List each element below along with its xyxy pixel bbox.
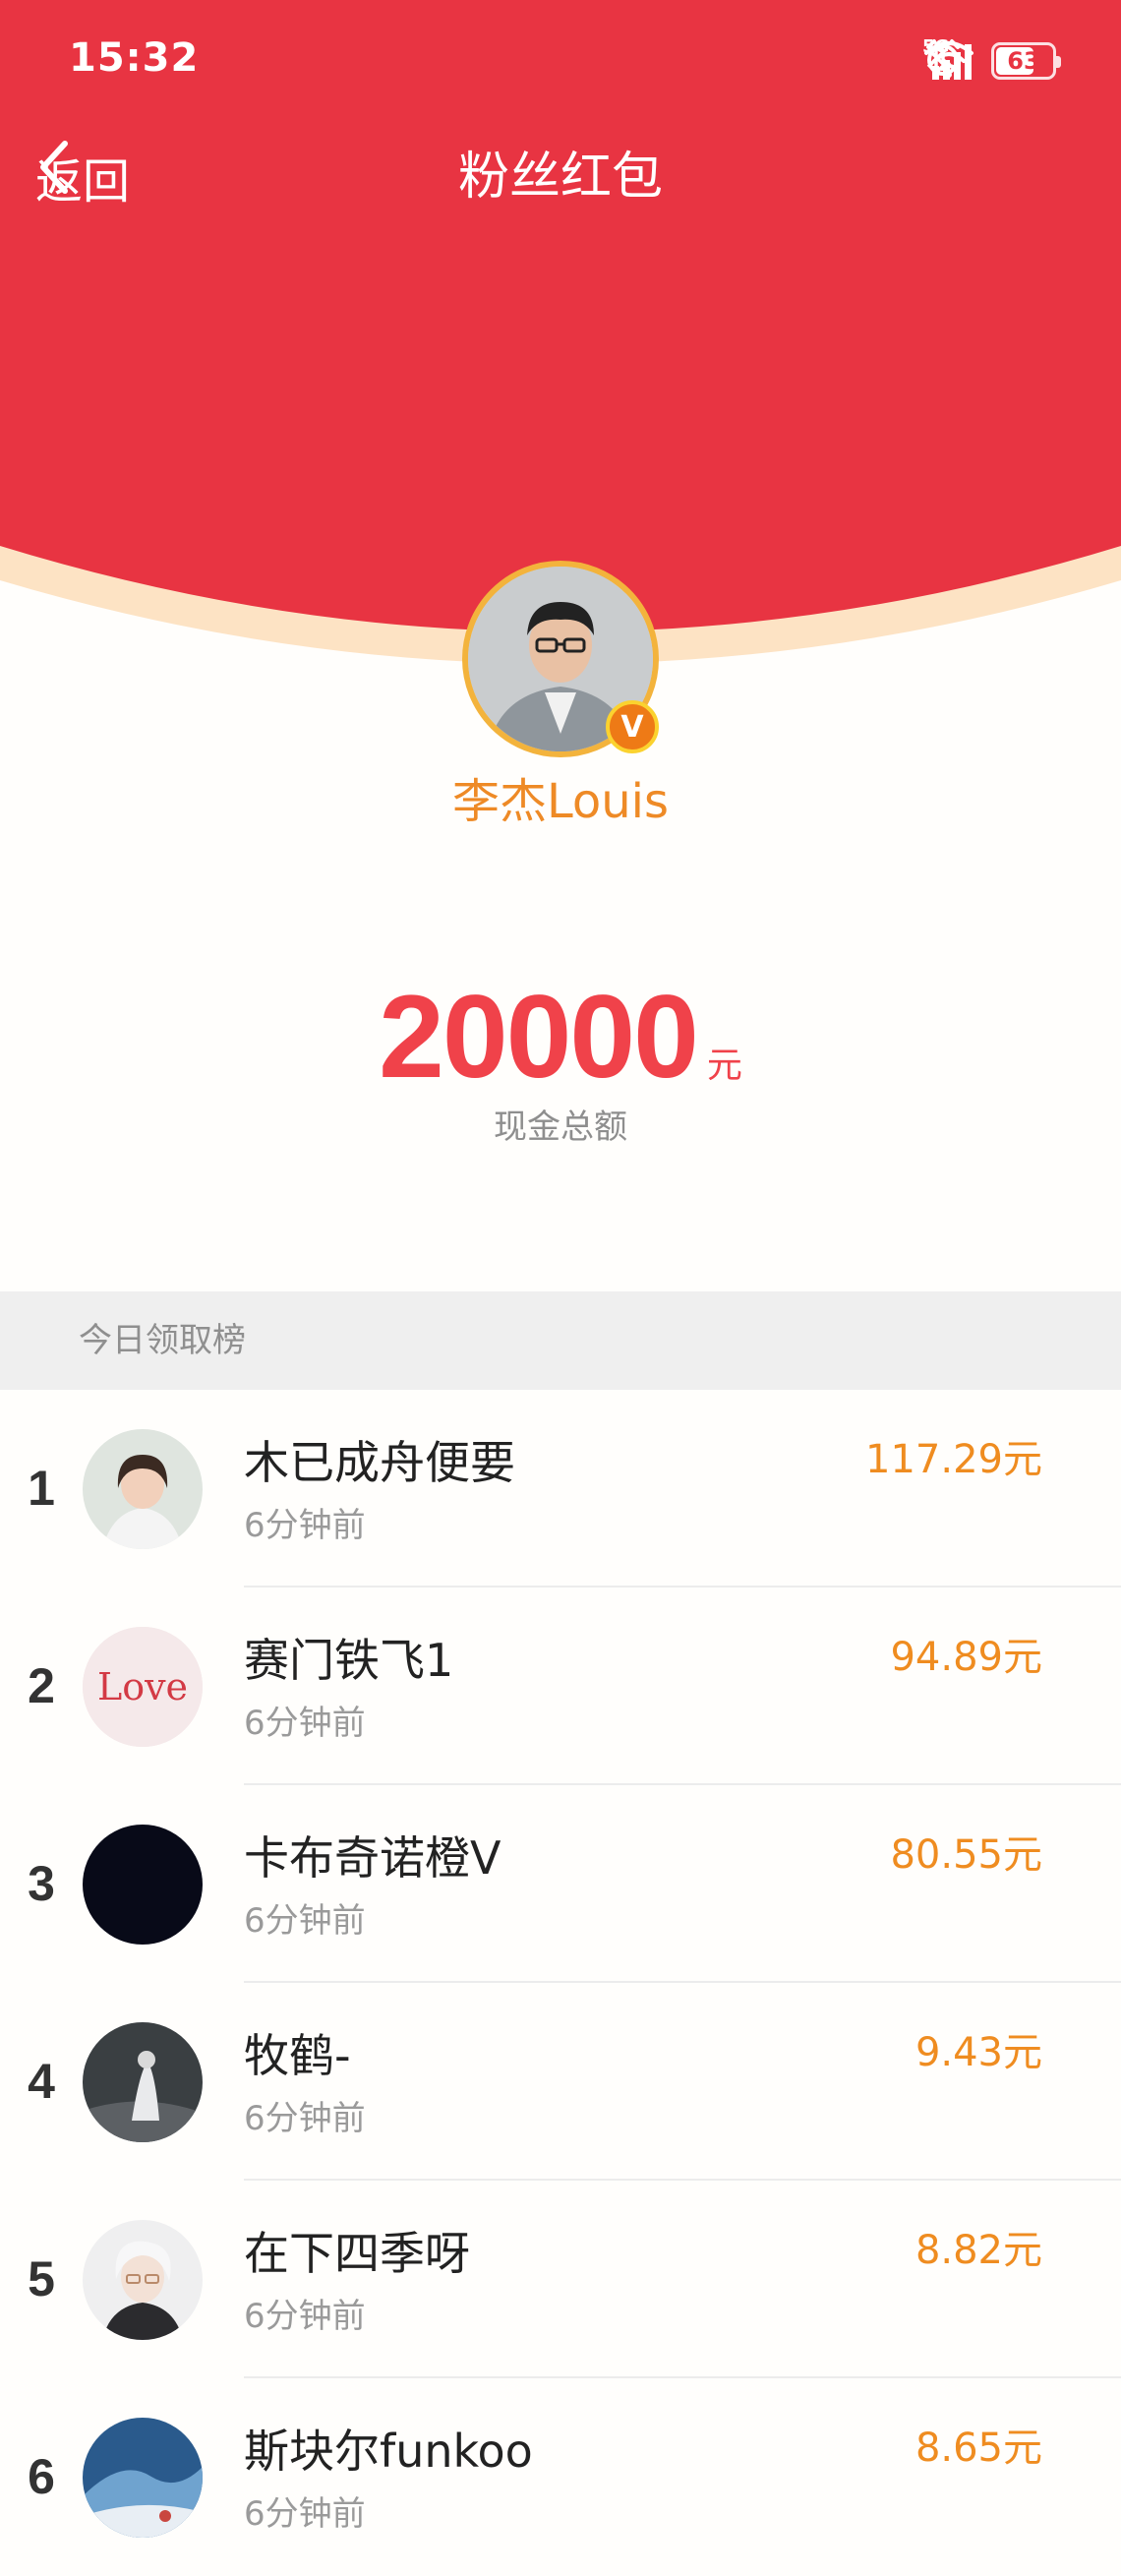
host-name[interactable]: 李杰Louis [0, 762, 1121, 831]
status-time: 15:32 [69, 35, 200, 81]
list-item[interactable]: 5 在下四季呀 6分钟前 8.82元 [0, 2181, 1121, 2378]
amount-unit: 元 [706, 1046, 742, 1086]
user-name: 卡布奇诺橙V [244, 1831, 502, 1885]
user-name: 牧鹤- [244, 2029, 351, 2082]
ranking-list: 1 木已成舟便要 6分钟前 117.29元 2 Love 赛门铁飞1 6分钟前 … [0, 1390, 1121, 2576]
rank-number: 1 [28, 1461, 55, 1516]
status-bar: 15:32 5G 63 [0, 0, 1121, 128]
claim-time: 6分钟前 [244, 2494, 366, 2534]
user-name: 在下四季呀 [244, 2227, 470, 2280]
rank-number: 4 [28, 2054, 55, 2109]
claim-amount: 8.82元 [914, 2228, 1042, 2273]
host-avatar[interactable]: V [462, 561, 659, 757]
user-name: 斯块尔funkoo [244, 2425, 533, 2478]
user-name: 赛门铁飞1 [244, 1634, 454, 1687]
back-button[interactable]: 返回 [35, 138, 130, 216]
total-amount: 20000 元 [0, 969, 1121, 1105]
user-name: 木已成舟便要 [244, 1436, 515, 1489]
amount-value: 20000 [379, 971, 699, 1103]
list-item[interactable]: 1 木已成舟便要 6分钟前 117.29元 [0, 1390, 1121, 1588]
rank-number: 2 [28, 1658, 55, 1713]
amount-label: 现金总额 [494, 1108, 627, 1147]
battery-level: 63 [1007, 47, 1040, 75]
avatar[interactable] [83, 1825, 203, 1945]
claim-time: 6分钟前 [244, 1901, 366, 1941]
chevron-left-icon [40, 141, 68, 194]
claim-time: 6分钟前 [244, 1506, 366, 1545]
claim-amount: 80.55元 [890, 1832, 1042, 1878]
avatar[interactable] [83, 2220, 203, 2340]
claim-amount: 8.65元 [914, 2426, 1042, 2471]
love-text: Love [97, 1665, 188, 1708]
status-icons: 5G 63 [922, 36, 1061, 85]
list-item[interactable]: 6 斯块尔funkoo 6分钟前 8.65元 [0, 2378, 1121, 2576]
list-item[interactable]: 3 卡布奇诺橙V 6分钟前 80.55元 [0, 1785, 1121, 1983]
claim-time: 6分钟前 [244, 1704, 366, 1743]
battery-icon: 63 [991, 42, 1061, 80]
claim-time: 6分钟前 [244, 2297, 366, 2336]
list-item[interactable]: 2 Love 赛门铁飞1 6分钟前 94.89元 [0, 1588, 1121, 1785]
claim-amount: 9.43元 [914, 2030, 1042, 2075]
claim-amount: 117.29元 [865, 1437, 1042, 1482]
ranking-header: 今日领取榜 [0, 1291, 1121, 1390]
list-item[interactable]: 4 牧鹤- 6分钟前 9.43元 [0, 1983, 1121, 2181]
avatar[interactable]: Love [83, 1627, 203, 1747]
claim-amount: 94.89元 [890, 1635, 1042, 1680]
claim-time: 6分钟前 [244, 2099, 366, 2138]
avatar[interactable] [83, 1429, 203, 1549]
avatar[interactable] [83, 2022, 203, 2142]
rank-number: 6 [28, 2449, 55, 2504]
signal-icon: 5G [922, 36, 977, 82]
avatar[interactable] [83, 2418, 203, 2538]
rank-number: 5 [28, 2251, 55, 2306]
rank-number: 3 [28, 1856, 55, 1911]
verified-badge-icon: V [606, 700, 659, 753]
